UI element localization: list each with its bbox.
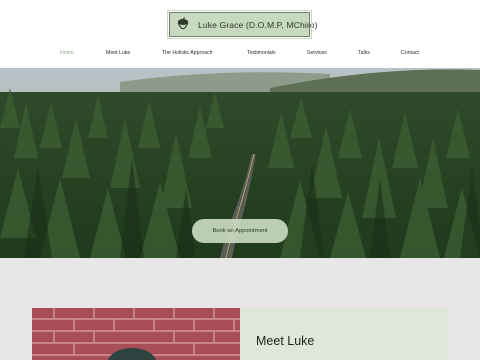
main-nav: Home Meet Luke The Holistic Approach Tes… (0, 50, 480, 60)
nav-item-holistic-approach[interactable]: The Holistic Approach (162, 50, 212, 56)
luke-photo (32, 308, 240, 360)
book-appointment-button[interactable]: Book an Appointment (192, 219, 288, 243)
nav-item-talks[interactable]: Talks (358, 50, 370, 56)
nav-item-contact[interactable]: Contact (401, 50, 419, 56)
site-title: Luke Grace (D.O.M.P, MChiro) (198, 19, 318, 30)
site-logo[interactable]: Luke Grace (D.O.M.P, MChiro) (167, 10, 318, 39)
acorn-icon (176, 16, 190, 33)
site-header: Luke Grace (D.O.M.P, MChiro) Home Meet L… (0, 0, 480, 68)
nav-item-services[interactable]: Services (307, 50, 327, 56)
meet-luke-card: Meet Luke (240, 308, 448, 360)
nav-item-home[interactable]: Home (60, 50, 74, 56)
meet-luke-heading: Meet Luke (256, 334, 315, 348)
nav-item-testimonials[interactable]: Testimonials (247, 50, 276, 56)
nav-item-meet-luke[interactable]: Meet Luke (106, 50, 130, 56)
